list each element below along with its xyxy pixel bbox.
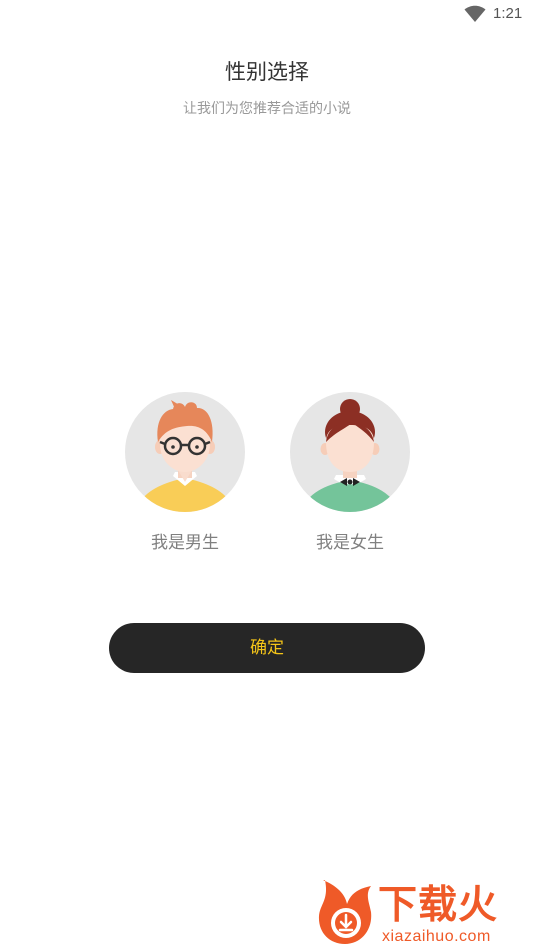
status-bar: 1:21 — [0, 0, 534, 28]
page-subtitle: 让我们为您推荐合适的小说 — [183, 101, 351, 117]
male-avatar-icon — [125, 392, 245, 512]
status-time: 1:21 — [493, 5, 523, 22]
flame-download-icon — [318, 880, 372, 944]
female-label: 我是女生 — [316, 533, 384, 553]
male-label: 我是男生 — [151, 533, 219, 553]
watermark-title: 下载火 — [378, 883, 499, 928]
watermark-logo: 下载火 xiazaihuo.com — [312, 878, 534, 948]
female-option[interactable]: 我是女生 — [290, 392, 410, 562]
page-title: 性别选择 — [225, 60, 309, 84]
male-option[interactable]: 我是男生 — [125, 392, 245, 562]
watermark-url: xiazaihuo.com — [382, 928, 491, 945]
wifi-icon — [464, 5, 486, 22]
female-avatar-icon — [290, 392, 410, 512]
confirm-button[interactable]: 确定 — [109, 623, 425, 673]
